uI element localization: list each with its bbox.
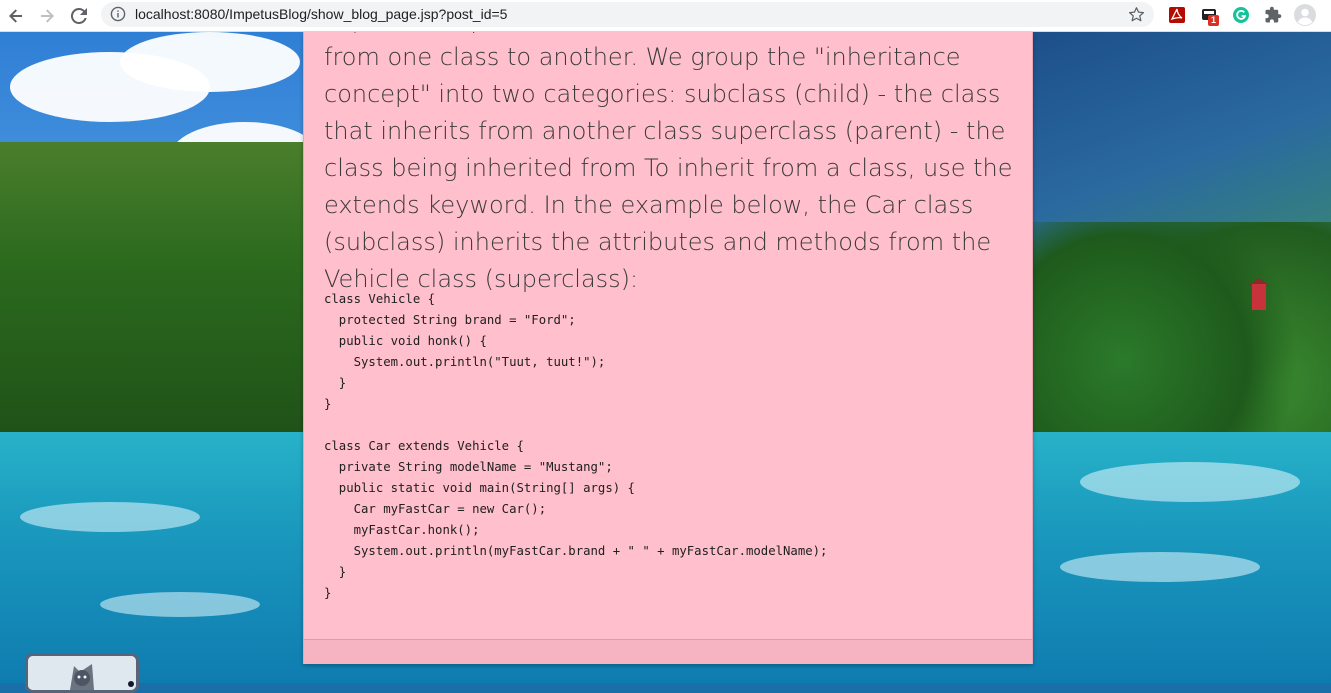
- card-footer: [304, 639, 1032, 664]
- water-foam: [20, 502, 200, 532]
- house: [1252, 284, 1266, 310]
- code-block: class Vehicle { protected String brand =…: [324, 292, 828, 600]
- reload-icon[interactable]: [67, 4, 91, 28]
- post-body: In Java, it is possible to inherit attri…: [304, 32, 1032, 639]
- browser-toolbar: localhost:8080/ImpetusBlog/show_blog_pag…: [0, 0, 1331, 32]
- forest-right: [1032, 222, 1331, 452]
- blog-post-card: In Java, it is possible to inherit attri…: [303, 32, 1033, 664]
- arrow-left-icon[interactable]: [4, 4, 28, 28]
- water-foam: [1060, 552, 1260, 582]
- cloud: [120, 32, 300, 92]
- info-icon[interactable]: [110, 6, 126, 27]
- profile-avatar-icon[interactable]: [1294, 4, 1316, 26]
- water-foam: [1080, 462, 1300, 502]
- cat-avatar-icon: [28, 656, 136, 690]
- extension-badge-icon[interactable]: 1: [1199, 5, 1220, 26]
- arrow-right-icon[interactable]: [35, 4, 59, 28]
- extension-badge-count: 1: [1208, 15, 1220, 26]
- water-foam: [100, 592, 260, 617]
- url-text[interactable]: localhost:8080/ImpetusBlog/show_blog_pag…: [135, 6, 507, 22]
- post-paragraph: In Java, it is possible to inherit attri…: [324, 32, 1013, 293]
- address-bar[interactable]: localhost:8080/ImpetusBlog/show_blog_pag…: [101, 2, 1154, 27]
- star-icon[interactable]: [1128, 6, 1145, 28]
- grammarly-icon[interactable]: [1231, 5, 1251, 25]
- user-avatar-widget[interactable]: [25, 653, 139, 693]
- adobe-pdf-icon[interactable]: [1167, 5, 1187, 25]
- forest-left: [0, 142, 305, 442]
- puzzle-icon[interactable]: [1263, 5, 1283, 25]
